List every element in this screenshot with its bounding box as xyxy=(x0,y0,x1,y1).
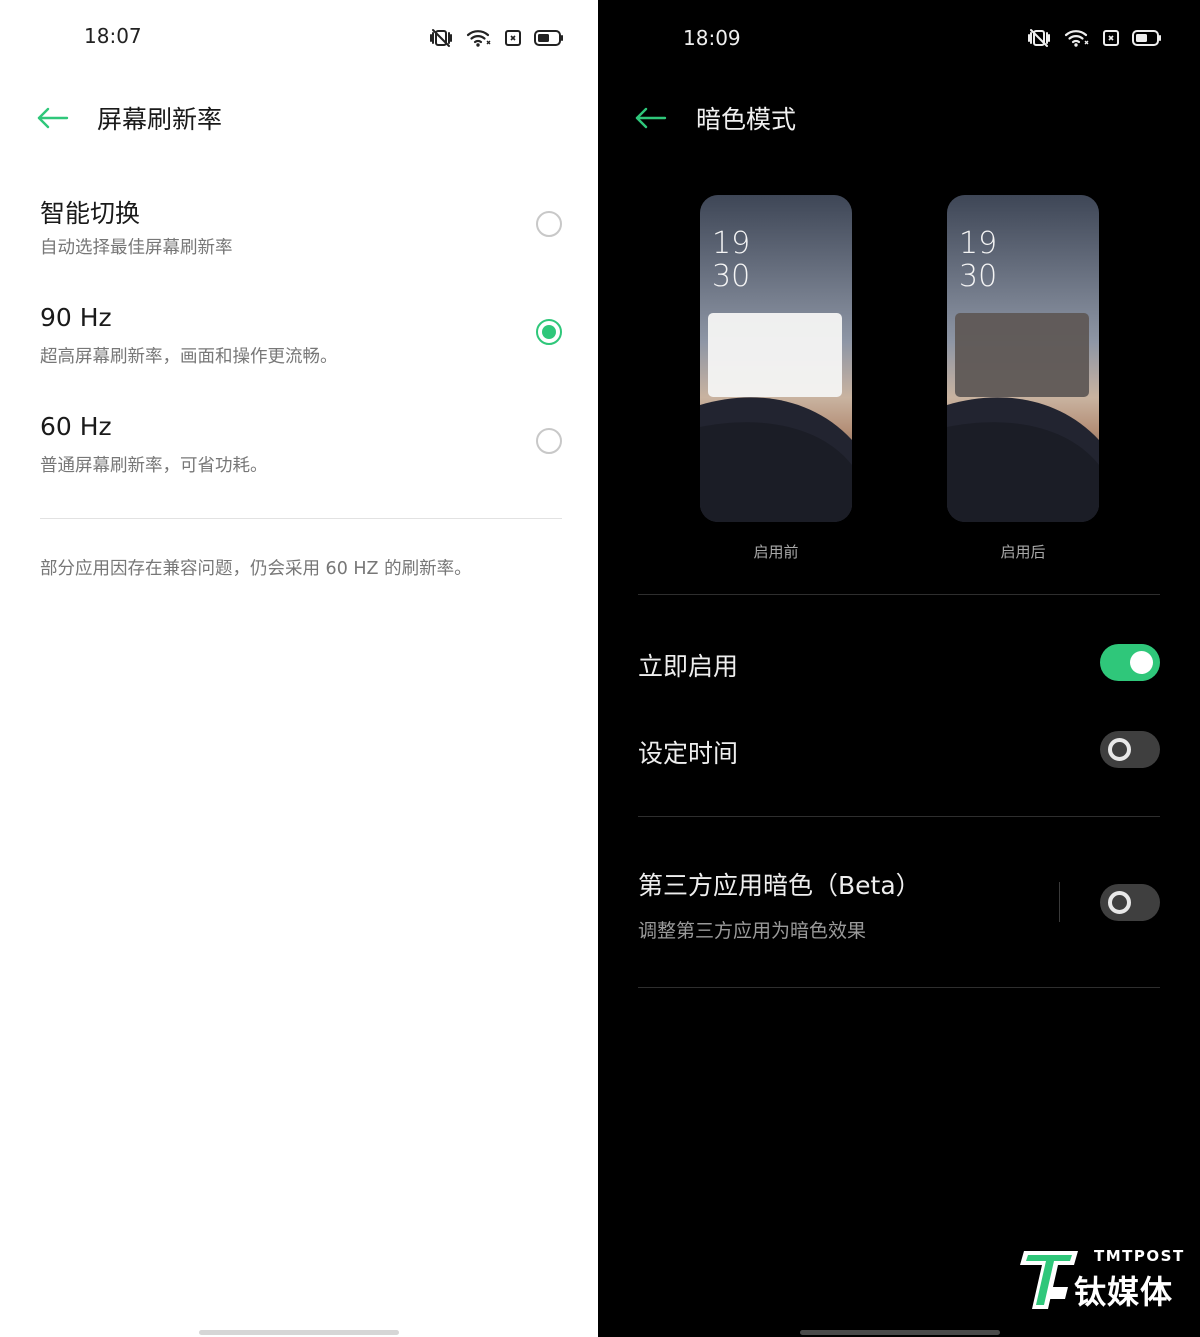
compatibility-note: 部分应用因存在兼容问题，仍会采用 60 HZ 的刷新率。 xyxy=(40,559,472,579)
preview-clock: 19 30 xyxy=(959,226,998,294)
status-bar: 18:07 xyxy=(0,24,598,54)
preview-card-dark xyxy=(955,313,1089,397)
divider xyxy=(638,594,1160,595)
preview-card-light xyxy=(708,313,842,397)
watermark: TMTPOST 钛媒体 xyxy=(1018,1247,1183,1317)
divider xyxy=(40,518,562,519)
setting-label: 立即启用 xyxy=(638,652,739,681)
setting-label: 设定时间 xyxy=(638,739,739,768)
option-title: 90 Hz xyxy=(40,303,112,332)
page-title: 暗色模式 xyxy=(696,105,797,134)
divider xyxy=(638,816,1160,817)
preview-after[interactable]: 19 30 xyxy=(947,195,1099,522)
setting-label: 第三方应用暗色（Beta） xyxy=(638,871,921,900)
preview-before[interactable]: 19 30 xyxy=(700,195,852,522)
option-smart-switch[interactable]: 智能切换 自动选择最佳屏幕刷新率 xyxy=(0,194,598,294)
preview-clock: 19 30 xyxy=(712,226,751,294)
refresh-rate-screen: 18:07 屏幕刷新率 智能切换 自动选择最佳屏幕刷新率 90 Hz 超高屏幕刷… xyxy=(0,0,598,1337)
header: 暗色模式 xyxy=(600,98,1200,138)
radio-button-selected[interactable] xyxy=(536,319,562,345)
option-subtitle: 超高屏幕刷新率，画面和操作更流畅。 xyxy=(40,347,338,367)
toggle-knob xyxy=(1108,891,1131,914)
vibrate-mute-icon xyxy=(1026,28,1052,48)
tmtpost-logo-icon xyxy=(1020,1251,1078,1309)
scheduled-time-toggle[interactable] xyxy=(1100,731,1160,768)
sim-icon xyxy=(504,28,522,48)
option-title: 智能切换 xyxy=(40,199,141,228)
status-time: 18:07 xyxy=(84,24,142,48)
toggle-knob xyxy=(1108,738,1131,761)
vertical-separator xyxy=(1059,882,1060,922)
preview-caption: 启用前 xyxy=(753,543,799,561)
watermark-text-en: TMTPOST xyxy=(1094,1247,1185,1265)
status-icons xyxy=(428,28,564,48)
radio-button[interactable] xyxy=(536,211,562,237)
page-title: 屏幕刷新率 xyxy=(97,105,223,134)
option-90hz[interactable]: 90 Hz 超高屏幕刷新率，画面和操作更流畅。 xyxy=(0,303,598,403)
battery-icon xyxy=(1132,28,1162,48)
wifi-icon xyxy=(466,28,492,48)
option-subtitle: 自动选择最佳屏幕刷新率 xyxy=(40,238,233,258)
divider xyxy=(638,987,1160,988)
battery-icon xyxy=(534,28,564,48)
dark-mode-screen: 18:09 暗色模式 19 30 启用前 19 30 启用后 立即启用 设定时间… xyxy=(600,0,1200,1337)
option-subtitle: 普通屏幕刷新率，可省功耗。 xyxy=(40,456,268,476)
back-arrow-icon[interactable] xyxy=(634,104,668,132)
watermark-text-cn: 钛媒体 xyxy=(1074,1273,1174,1311)
vibrate-mute-icon xyxy=(428,28,454,48)
wifi-icon xyxy=(1064,28,1090,48)
setting-subtitle: 调整第三方应用为暗色效果 xyxy=(638,920,867,942)
status-icons xyxy=(1026,28,1162,48)
enable-now-toggle[interactable] xyxy=(1100,644,1160,681)
status-time: 18:09 xyxy=(683,26,741,50)
toggle-knob xyxy=(1130,651,1153,674)
status-bar: 18:09 xyxy=(600,24,1200,54)
option-60hz[interactable]: 60 Hz 普通屏幕刷新率，可省功耗。 xyxy=(0,412,598,512)
third-party-dark-toggle[interactable] xyxy=(1100,884,1160,921)
header: 屏幕刷新率 xyxy=(0,98,598,138)
back-arrow-icon[interactable] xyxy=(36,104,70,132)
preview-caption: 启用后 xyxy=(1000,543,1046,561)
home-indicator[interactable] xyxy=(199,1330,399,1335)
option-title: 60 Hz xyxy=(40,412,112,441)
sim-icon xyxy=(1102,28,1120,48)
home-indicator[interactable] xyxy=(800,1330,1000,1335)
radio-button[interactable] xyxy=(536,428,562,454)
